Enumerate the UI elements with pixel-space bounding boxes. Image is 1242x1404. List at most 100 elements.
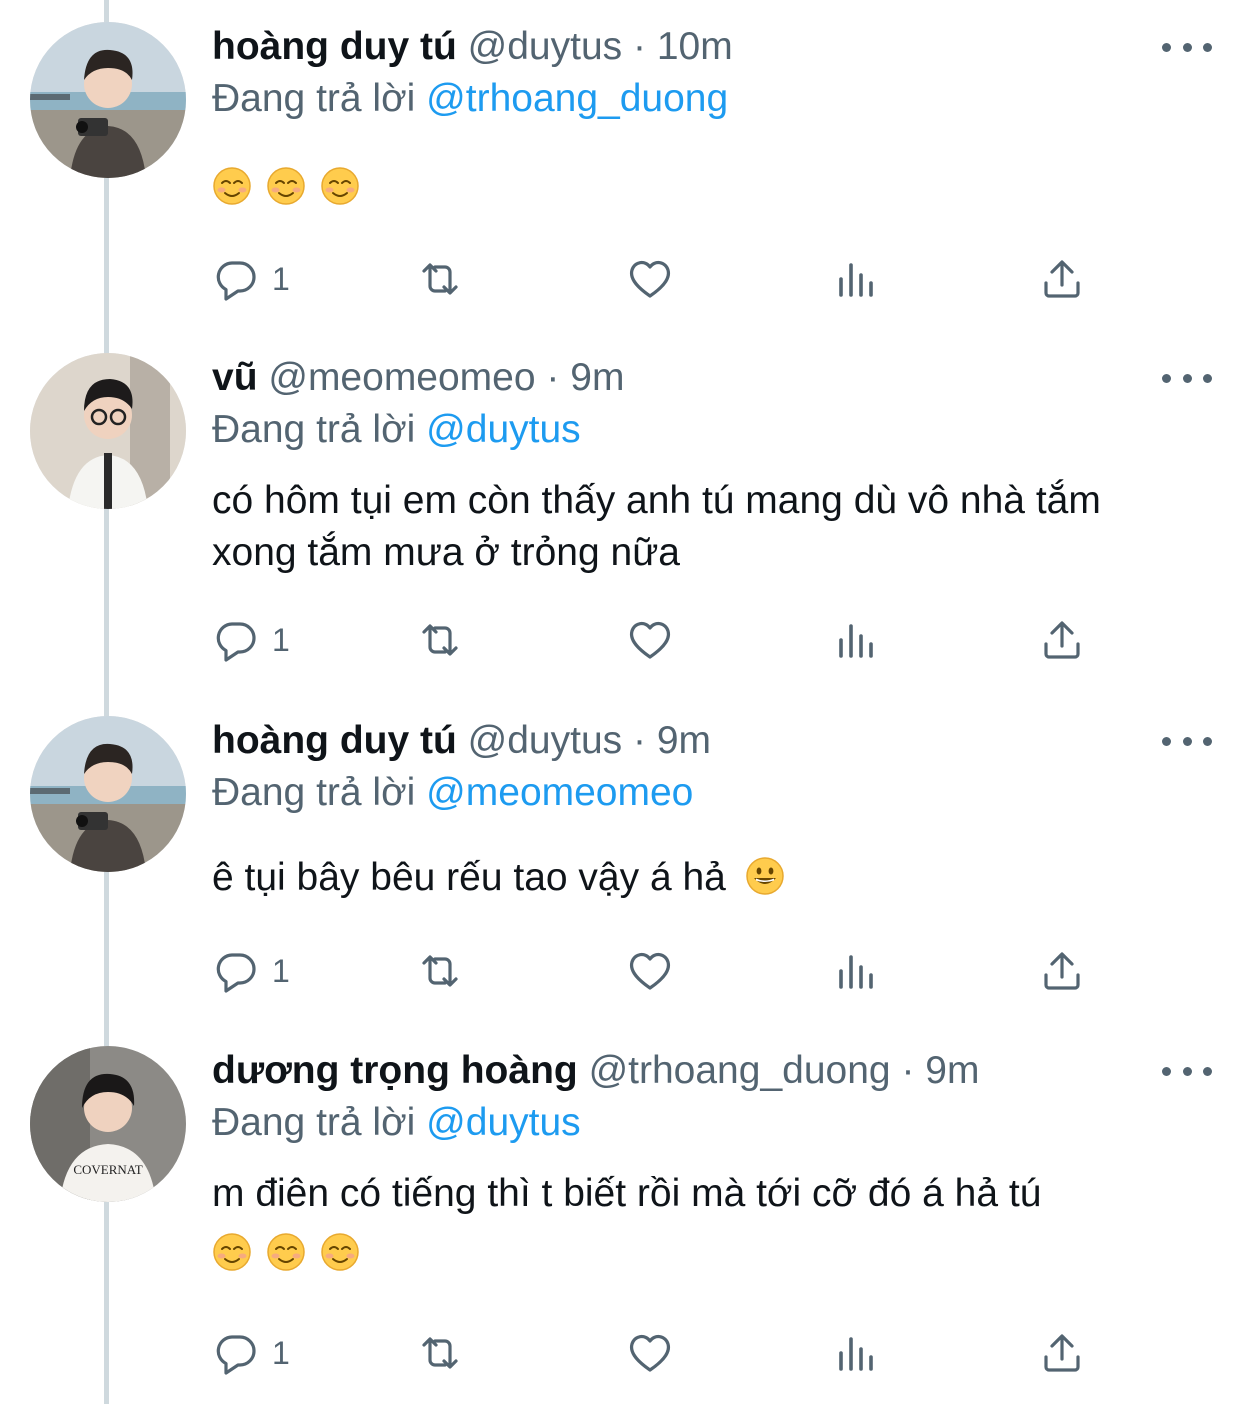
- more-icon[interactable]: [1162, 1056, 1212, 1086]
- views-icon: [832, 947, 880, 995]
- tweet-header: vũ @meomeomeo · 9m: [212, 353, 624, 403]
- share-button[interactable]: [1038, 946, 1086, 996]
- tweet[interactable]: hoàng duy tú @duytus · 10m Đang trả lời …: [0, 22, 1242, 322]
- timestamp[interactable]: 9m: [657, 719, 711, 762]
- emoji-row: [212, 166, 1192, 206]
- tweet[interactable]: COVERNAT dương trọng hoàng @trhoang_duon…: [0, 1046, 1242, 1404]
- separator: ·: [546, 356, 560, 399]
- tweet-header: hoàng duy tú @duytus · 10m: [212, 22, 733, 72]
- reply-count: 1: [272, 952, 290, 989]
- like-button[interactable]: [626, 946, 674, 996]
- views-icon: [832, 616, 880, 664]
- like-icon: [626, 1329, 674, 1377]
- views-button[interactable]: [832, 1328, 880, 1378]
- separator: ·: [901, 1049, 915, 1092]
- display-name[interactable]: dương trọng hoàng: [212, 1049, 578, 1092]
- display-name[interactable]: hoàng duy tú: [212, 25, 457, 68]
- replying-to: Đang trả lời @trhoang_duong: [212, 74, 728, 124]
- reply-icon: [212, 1329, 260, 1377]
- avatar[interactable]: [30, 22, 186, 178]
- tweet-header: dương trọng hoàng @trhoang_duong · 9m: [212, 1046, 979, 1096]
- action-bar: 1: [212, 615, 1092, 665]
- tweet-text-content: ê tụi bây bêu rếu tao vậy á hả: [212, 856, 726, 899]
- action-bar: 1: [212, 254, 1092, 304]
- retweet-icon: [416, 947, 464, 995]
- reply-button[interactable]: 1: [212, 1328, 290, 1378]
- share-button[interactable]: [1038, 615, 1086, 665]
- retweet-button[interactable]: [416, 1328, 464, 1378]
- mention-link[interactable]: @duytus: [426, 1101, 581, 1144]
- views-icon: [832, 255, 880, 303]
- reply-icon: [212, 616, 260, 664]
- tweet-text: m điên có tiếng thì t biết rồi mà tới cỡ…: [212, 1168, 1192, 1272]
- timestamp[interactable]: 9m: [570, 356, 624, 399]
- retweet-button[interactable]: [416, 615, 464, 665]
- grinning-emoji-icon: [745, 856, 785, 896]
- reply-count: 1: [272, 621, 290, 658]
- more-icon[interactable]: [1162, 726, 1212, 756]
- action-bar: 1: [212, 1328, 1092, 1378]
- views-button[interactable]: [832, 946, 880, 996]
- mention-link[interactable]: @meomeomeo: [426, 771, 693, 814]
- retweet-button[interactable]: [416, 254, 464, 304]
- reply-button[interactable]: 1: [212, 946, 290, 996]
- replying-label: Đang trả lời: [212, 77, 416, 120]
- tweet-text-content: m điên có tiếng thì t biết rồi mà tới cỡ…: [212, 1172, 1042, 1215]
- mention-link[interactable]: @trhoang_duong: [426, 77, 728, 120]
- tweet[interactable]: vũ @meomeomeo · 9m Đang trả lời @duytus …: [0, 353, 1242, 673]
- replying-to: Đang trả lời @duytus: [212, 1098, 581, 1148]
- user-handle[interactable]: @duytus: [468, 719, 623, 762]
- more-icon[interactable]: [1162, 363, 1212, 393]
- tweet[interactable]: hoàng duy tú @duytus · 9m Đang trả lời @…: [0, 716, 1242, 1016]
- share-icon: [1038, 616, 1086, 664]
- share-icon: [1038, 1329, 1086, 1377]
- tweet-text: có hôm tụi em còn thấy anh tú mang dù vô…: [212, 479, 1101, 574]
- reply-icon: [212, 947, 260, 995]
- user-handle[interactable]: @trhoang_duong: [589, 1049, 891, 1092]
- retweet-icon: [416, 255, 464, 303]
- smiling-emoji-icon: [212, 166, 252, 206]
- replying-label: Đang trả lời: [212, 408, 416, 451]
- more-icon[interactable]: [1162, 32, 1212, 62]
- timestamp[interactable]: 10m: [657, 25, 733, 68]
- share-icon: [1038, 947, 1086, 995]
- like-button[interactable]: [626, 1328, 674, 1378]
- reply-count: 1: [272, 1334, 290, 1371]
- display-name[interactable]: hoàng duy tú: [212, 719, 457, 762]
- timestamp[interactable]: 9m: [925, 1049, 979, 1092]
- replying-label: Đang trả lời: [212, 1101, 416, 1144]
- shirt-logo-text: COVERNAT: [73, 1162, 142, 1177]
- user-handle[interactable]: @meomeomeo: [268, 356, 535, 399]
- avatar[interactable]: COVERNAT: [30, 1046, 186, 1202]
- views-button[interactable]: [832, 254, 880, 304]
- tweet-text: ê tụi bây bêu rếu tao vậy á hả: [212, 852, 1192, 904]
- share-button[interactable]: [1038, 254, 1086, 304]
- smiling-emoji-icon: [320, 1232, 360, 1272]
- retweet-button[interactable]: [416, 946, 464, 996]
- display-name[interactable]: vũ: [212, 356, 258, 399]
- like-icon: [626, 947, 674, 995]
- user-handle[interactable]: @duytus: [468, 25, 623, 68]
- tweet-header: hoàng duy tú @duytus · 9m: [212, 716, 711, 766]
- action-bar: 1: [212, 946, 1092, 996]
- emoji-row: [212, 1232, 1192, 1272]
- smiling-emoji-icon: [320, 166, 360, 206]
- reply-count: 1: [272, 260, 290, 297]
- avatar[interactable]: [30, 353, 186, 509]
- reply-icon: [212, 255, 260, 303]
- glasses-avatar-image: [30, 353, 186, 509]
- retweet-icon: [416, 616, 464, 664]
- views-icon: [832, 1329, 880, 1377]
- like-button[interactable]: [626, 254, 674, 304]
- avatar[interactable]: [30, 716, 186, 872]
- like-button[interactable]: [626, 615, 674, 665]
- like-icon: [626, 255, 674, 303]
- retweet-icon: [416, 1329, 464, 1377]
- reply-button[interactable]: 1: [212, 615, 290, 665]
- reply-button[interactable]: 1: [212, 254, 290, 304]
- share-button[interactable]: [1038, 1328, 1086, 1378]
- views-button[interactable]: [832, 615, 880, 665]
- mention-link[interactable]: @duytus: [426, 408, 581, 451]
- smiling-emoji-icon: [212, 1232, 252, 1272]
- tweet-text: [212, 162, 1192, 206]
